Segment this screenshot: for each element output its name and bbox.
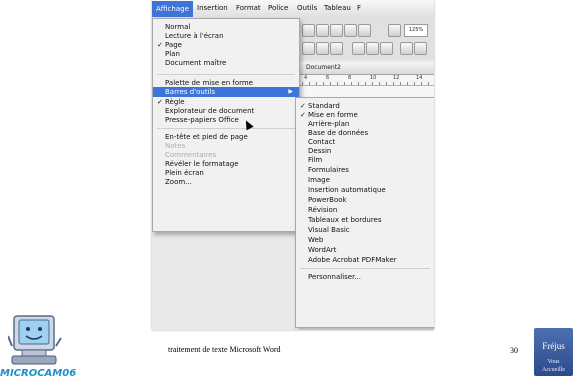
- document-tab: Document2: [296, 62, 434, 75]
- barres-outils-submenu: ✓ Standard ✓ Mise en forme Arrière-plan Ba…: [295, 97, 434, 328]
- submenu-item-tableaux-bordures[interactable]: Tableaux et bordures: [296, 215, 434, 225]
- menu-fenetre[interactable]: F: [357, 4, 361, 12]
- frejus-badge-line: Vous: [547, 359, 560, 365]
- menu-item-document-maitre[interactable]: Document maître: [153, 58, 299, 68]
- submenu-item-wordart[interactable]: WordArt: [296, 245, 434, 255]
- menu-outils[interactable]: Outils: [297, 4, 317, 12]
- ruler-mark: 12: [393, 75, 400, 81]
- frejus-badge-line: Accueille: [542, 367, 565, 373]
- submenu-item-film[interactable]: Film: [296, 155, 434, 165]
- submenu-item-web[interactable]: Web: [296, 235, 434, 245]
- slide-footer-text: traitement de texte Microsoft Word: [168, 345, 281, 354]
- ruler-mark: 14: [416, 75, 423, 81]
- toolbar-button[interactable]: [344, 24, 357, 37]
- toolbar-button[interactable]: [400, 42, 413, 55]
- submenu-item-powerbook[interactable]: PowerBook: [296, 195, 434, 205]
- word-screenshot: Affichage Insertion Format Police Outils…: [152, 0, 434, 330]
- toolbar-button[interactable]: [330, 24, 343, 37]
- menu-separator: [157, 74, 295, 75]
- ruler[interactable]: 4 6 8 10 12 14: [296, 75, 434, 86]
- align-left-button[interactable]: [302, 42, 315, 55]
- submenu-item-visual-basic[interactable]: Visual Basic: [296, 225, 434, 235]
- menu-insertion[interactable]: Insertion: [197, 4, 228, 12]
- align-right-button[interactable]: [330, 42, 343, 55]
- menu-item-presse-papiers[interactable]: Presse-papiers Office: [153, 115, 299, 125]
- submenu-item-revision[interactable]: Révision: [296, 205, 434, 215]
- ruler-mark: 4: [304, 75, 308, 81]
- bullets-button[interactable]: [352, 42, 365, 55]
- align-center-button[interactable]: [316, 42, 329, 55]
- menu-bar: Affichage Insertion Format Police Outils…: [152, 0, 434, 19]
- toolbar-button[interactable]: [388, 24, 401, 37]
- toolbar-button[interactable]: [316, 24, 329, 37]
- affichage-menu: Normal Lecture à l'écran ✓ Page Plan Docu…: [152, 18, 300, 232]
- menu-separator: [300, 268, 430, 269]
- ruler-mark: 6: [326, 75, 330, 81]
- submenu-arrow-icon: ▶: [288, 88, 293, 95]
- menu-affichage[interactable]: Affichage: [152, 1, 193, 17]
- menu-item-zoom[interactable]: Zoom...: [153, 177, 299, 187]
- numbering-button[interactable]: [366, 42, 379, 55]
- microcam-logo-label: MICROCAM06: [0, 368, 77, 379]
- submenu-item-adobe-pdfmaker[interactable]: Adobe Acrobat PDFMaker: [296, 255, 434, 265]
- menu-separator: [157, 128, 295, 129]
- toolbar-button[interactable]: [414, 42, 427, 55]
- document-title: Document2: [306, 64, 341, 71]
- menu-format[interactable]: Format: [236, 4, 261, 12]
- menu-police[interactable]: Police: [268, 4, 288, 12]
- frejus-badge-subtitle: Vous Accueille: [534, 358, 573, 374]
- computer-mascot-icon: [7, 315, 62, 365]
- microcam-logo: [7, 310, 62, 370]
- submenu-item-insertion-automatique[interactable]: Insertion automatique: [296, 185, 434, 195]
- zoom-field[interactable]: 125%: [404, 24, 428, 37]
- ruler-mark: 8: [348, 75, 352, 81]
- toolbar-button[interactable]: [302, 24, 315, 37]
- menu-tableau[interactable]: Tableau: [324, 4, 351, 12]
- ruler-mark: 10: [370, 75, 377, 81]
- menu-item-barres-outils[interactable]: Barres d'outils ▶: [153, 87, 299, 97]
- toolbar-area: 125%: [296, 18, 434, 60]
- show-formatting-button[interactable]: [358, 24, 371, 37]
- submenu-item-formulaires[interactable]: Formulaires: [296, 165, 434, 175]
- submenu-item-personnaliser[interactable]: Personnaliser...: [296, 272, 434, 282]
- frejus-badge: Fréjus Vous Accueille: [534, 328, 573, 376]
- indent-button[interactable]: [380, 42, 393, 55]
- frejus-badge-title: Fréjus: [542, 341, 565, 351]
- slide-page-number: 30: [510, 346, 518, 355]
- submenu-item-image[interactable]: Image: [296, 175, 434, 185]
